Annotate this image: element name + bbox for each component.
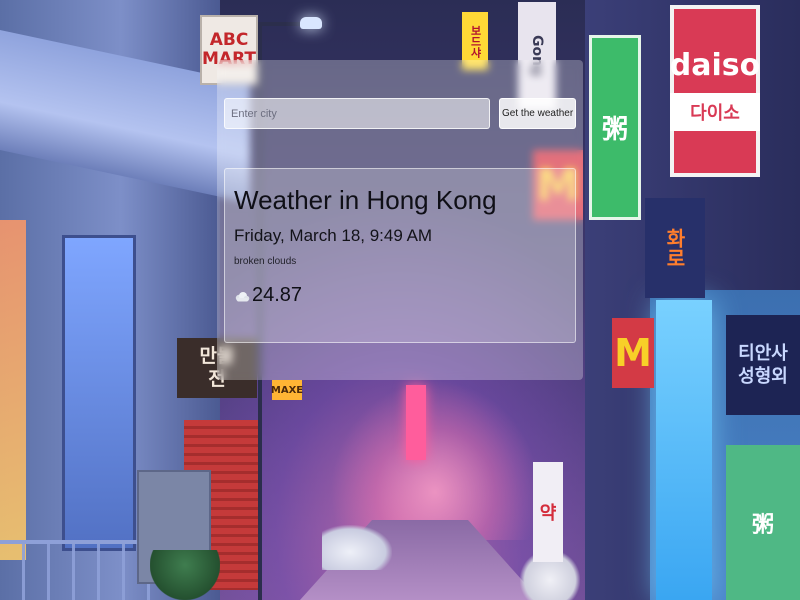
left-railing xyxy=(0,540,150,600)
korean-shop-sign: 티안사 성형외 xyxy=(726,315,800,415)
daiso-wordmark: daiso xyxy=(669,48,761,83)
maxe-sign: MAXE xyxy=(271,380,303,400)
weather-date: Friday, March 18, 9:49 AM xyxy=(234,226,433,246)
weather-panel: Get the weather Weather in Hong Kong Fri… xyxy=(217,60,583,380)
temperature-row: 24.87 xyxy=(234,284,566,307)
weather-description: broken clouds xyxy=(234,256,297,268)
get-weather-button[interactable]: Get the weather xyxy=(499,98,576,129)
cloud-icon xyxy=(234,290,250,302)
potted-plant xyxy=(150,550,220,600)
pink-neon-sign xyxy=(406,385,426,460)
green-shop-sign: 粥 xyxy=(726,445,800,600)
temperature-value: 24.87 xyxy=(252,284,303,307)
daiso-sign: daiso 다이소 xyxy=(670,5,760,177)
left-shop-window xyxy=(62,235,136,551)
orange-neon-sign: 화로 xyxy=(645,198,705,298)
weather-title: Weather in Hong Kong xyxy=(234,185,497,215)
daiso-korean-text: 다이소 xyxy=(670,93,760,131)
green-vertical-sign: 粥 xyxy=(589,35,641,220)
street-lamp-head xyxy=(300,17,322,29)
weather-card: Weather in Hong Kong Friday, March 18, 9… xyxy=(224,168,576,343)
city-input[interactable] xyxy=(224,98,491,129)
alley-glow xyxy=(330,380,540,540)
trash-bags xyxy=(322,525,392,570)
left-neon-glow xyxy=(0,220,26,560)
mcdonalds-sign-bottom: M xyxy=(612,318,654,388)
blue-glow-panel xyxy=(656,300,712,600)
pharmacy-sign: 약 xyxy=(533,462,563,562)
search-row: Get the weather xyxy=(224,98,576,129)
